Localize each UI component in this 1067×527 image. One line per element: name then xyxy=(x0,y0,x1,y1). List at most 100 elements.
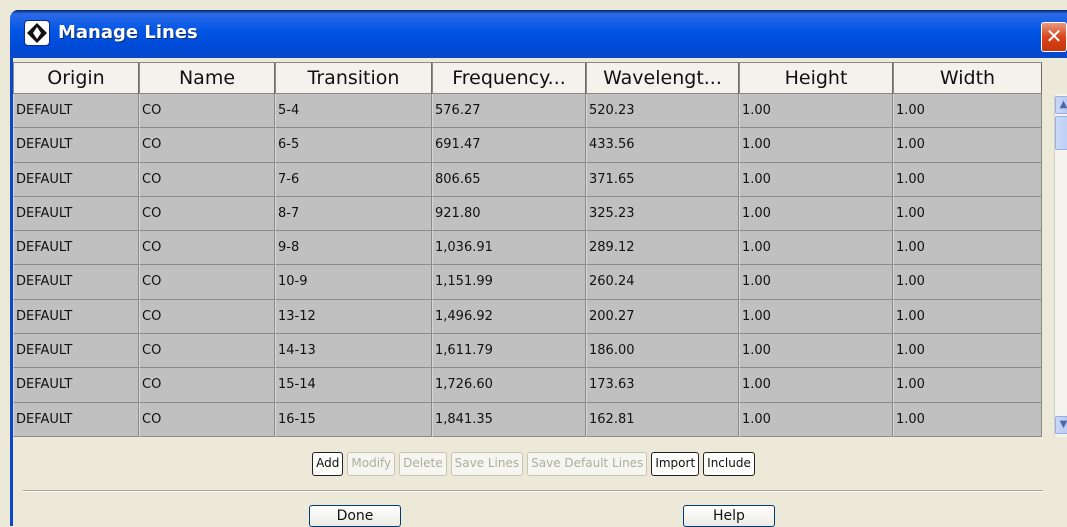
cell-wavelength[interactable]: 162.81 xyxy=(586,402,739,437)
cell-transition[interactable]: 5-4 xyxy=(275,94,432,129)
cell-height[interactable]: 1.00 xyxy=(739,402,893,437)
cell-transition[interactable]: 6-5 xyxy=(275,128,432,163)
scroll-thumb[interactable] xyxy=(1055,116,1067,150)
vertical-scrollbar[interactable]: ▲ ▼ xyxy=(1054,94,1067,437)
column-header-frequency[interactable]: Frequency... xyxy=(432,62,586,94)
cell-height[interactable]: 1.00 xyxy=(739,334,893,369)
cell-wavelength[interactable]: 260.24 xyxy=(586,265,739,300)
cell-name[interactable]: CO xyxy=(139,265,275,300)
cell-name[interactable]: CO xyxy=(139,231,275,266)
cell-name[interactable]: CO xyxy=(139,402,275,437)
cell-width[interactable]: 1.00 xyxy=(893,334,1042,369)
cell-transition[interactable]: 10-9 xyxy=(275,265,432,300)
cell-frequency[interactable]: 921.80 xyxy=(432,196,586,232)
cell-origin[interactable]: DEFAULT xyxy=(13,196,139,232)
cell-transition[interactable]: 14-13 xyxy=(275,334,432,369)
column-header-width[interactable]: Width xyxy=(893,62,1042,94)
cell-frequency[interactable]: 1,841.35 xyxy=(432,402,586,437)
delete-button[interactable]: Delete xyxy=(399,452,447,476)
save-lines-button[interactable]: Save Lines xyxy=(450,452,524,476)
cell-wavelength[interactable]: 325.23 xyxy=(586,196,739,232)
cell-width[interactable]: 1.00 xyxy=(893,162,1042,197)
cell-transition[interactable]: 9-8 xyxy=(275,231,432,266)
table-row[interactable]: DEFAULT CO 6-5 691.47 433.56 1.00 1.00 xyxy=(13,128,1054,163)
table-row[interactable]: DEFAULT CO 8-7 921.80 325.23 1.00 1.00 xyxy=(13,196,1054,232)
cell-transition[interactable]: 8-7 xyxy=(275,196,432,232)
cell-height[interactable]: 1.00 xyxy=(739,94,893,129)
cell-width[interactable]: 1.00 xyxy=(893,402,1042,437)
cell-width[interactable]: 1.00 xyxy=(893,265,1042,300)
cell-frequency[interactable]: 1,036.91 xyxy=(432,231,586,266)
cell-origin[interactable]: DEFAULT xyxy=(13,162,139,197)
table-row[interactable]: DEFAULT CO 10-9 1,151.99 260.24 1.00 1.0… xyxy=(13,265,1054,300)
cell-name[interactable]: CO xyxy=(139,196,275,232)
cell-frequency[interactable]: 1,726.60 xyxy=(432,368,586,403)
cell-height[interactable]: 1.00 xyxy=(739,265,893,300)
column-header-origin[interactable]: Origin xyxy=(13,62,139,94)
cell-origin[interactable]: DEFAULT xyxy=(13,128,139,163)
modify-button[interactable]: Modify xyxy=(347,452,396,476)
cell-origin[interactable]: DEFAULT xyxy=(13,299,139,335)
help-button[interactable]: Help xyxy=(683,505,775,527)
cell-origin[interactable]: DEFAULT xyxy=(13,368,139,403)
table-row[interactable]: DEFAULT CO 14-13 1,611.79 186.00 1.00 1.… xyxy=(13,334,1054,369)
cell-name[interactable]: CO xyxy=(139,162,275,197)
table-row[interactable]: DEFAULT CO 15-14 1,726.60 173.63 1.00 1.… xyxy=(13,368,1054,403)
cell-name[interactable]: CO xyxy=(139,128,275,163)
add-button[interactable]: Add xyxy=(312,452,344,476)
cell-origin[interactable]: DEFAULT xyxy=(13,402,139,437)
cell-frequency[interactable]: 1,611.79 xyxy=(432,334,586,369)
cell-frequency[interactable]: 1,151.99 xyxy=(432,265,586,300)
cell-frequency[interactable]: 806.65 xyxy=(432,162,586,197)
cell-wavelength[interactable]: 200.27 xyxy=(586,299,739,335)
scroll-down-icon[interactable]: ▼ xyxy=(1055,416,1067,434)
cell-frequency[interactable]: 1,496.92 xyxy=(432,299,586,335)
include-button[interactable]: Include xyxy=(703,452,755,476)
cell-height[interactable]: 1.00 xyxy=(739,162,893,197)
cell-name[interactable]: CO xyxy=(139,368,275,403)
save-default-lines-button[interactable]: Save Default Lines xyxy=(527,452,648,476)
cell-height[interactable]: 1.00 xyxy=(739,231,893,266)
cell-name[interactable]: CO xyxy=(139,299,275,335)
cell-wavelength[interactable]: 173.63 xyxy=(586,368,739,403)
table-row[interactable]: DEFAULT CO 5-4 576.27 520.23 1.00 1.00 xyxy=(13,94,1054,129)
cell-height[interactable]: 1.00 xyxy=(739,299,893,335)
cell-width[interactable]: 1.00 xyxy=(893,196,1042,232)
cell-transition[interactable]: 13-12 xyxy=(275,299,432,335)
cell-height[interactable]: 1.00 xyxy=(739,128,893,163)
column-header-height[interactable]: Height xyxy=(739,62,893,94)
cell-origin[interactable]: DEFAULT xyxy=(13,334,139,369)
cell-origin[interactable]: DEFAULT xyxy=(13,231,139,266)
cell-transition[interactable]: 15-14 xyxy=(275,368,432,403)
cell-transition[interactable]: 16-15 xyxy=(275,402,432,437)
import-button[interactable]: Import xyxy=(651,452,700,476)
cell-frequency[interactable]: 691.47 xyxy=(432,128,586,163)
cell-width[interactable]: 1.00 xyxy=(893,231,1042,266)
cell-height[interactable]: 1.00 xyxy=(739,196,893,232)
table-row[interactable]: DEFAULT CO 16-15 1,841.35 162.81 1.00 1.… xyxy=(13,402,1054,437)
cell-name[interactable]: CO xyxy=(139,334,275,369)
cell-wavelength[interactable]: 186.00 xyxy=(586,334,739,369)
cell-width[interactable]: 1.00 xyxy=(893,368,1042,403)
cell-width[interactable]: 1.00 xyxy=(893,94,1042,129)
cell-width[interactable]: 1.00 xyxy=(893,128,1042,163)
table-row[interactable]: DEFAULT CO 13-12 1,496.92 200.27 1.00 1.… xyxy=(13,299,1054,335)
close-icon[interactable]: ✕ xyxy=(1041,22,1067,52)
cell-frequency[interactable]: 576.27 xyxy=(432,94,586,129)
table-row[interactable]: DEFAULT CO 9-8 1,036.91 289.12 1.00 1.00 xyxy=(13,231,1054,266)
cell-origin[interactable]: DEFAULT xyxy=(13,265,139,300)
cell-height[interactable]: 1.00 xyxy=(739,368,893,403)
cell-wavelength[interactable]: 371.65 xyxy=(586,162,739,197)
table-row[interactable]: DEFAULT CO 7-6 806.65 371.65 1.00 1.00 xyxy=(13,162,1054,197)
cell-width[interactable]: 1.00 xyxy=(893,299,1042,335)
column-header-transition[interactable]: Transition xyxy=(275,62,432,94)
cell-wavelength[interactable]: 433.56 xyxy=(586,128,739,163)
cell-name[interactable]: CO xyxy=(139,94,275,129)
scroll-up-icon[interactable]: ▲ xyxy=(1055,96,1067,114)
cell-transition[interactable]: 7-6 xyxy=(275,162,432,197)
done-button[interactable]: Done xyxy=(309,505,401,527)
cell-wavelength[interactable]: 289.12 xyxy=(586,231,739,266)
cell-wavelength[interactable]: 520.23 xyxy=(586,94,739,129)
column-header-wavelength[interactable]: Wavelengt... xyxy=(586,62,739,94)
cell-origin[interactable]: DEFAULT xyxy=(13,94,139,129)
